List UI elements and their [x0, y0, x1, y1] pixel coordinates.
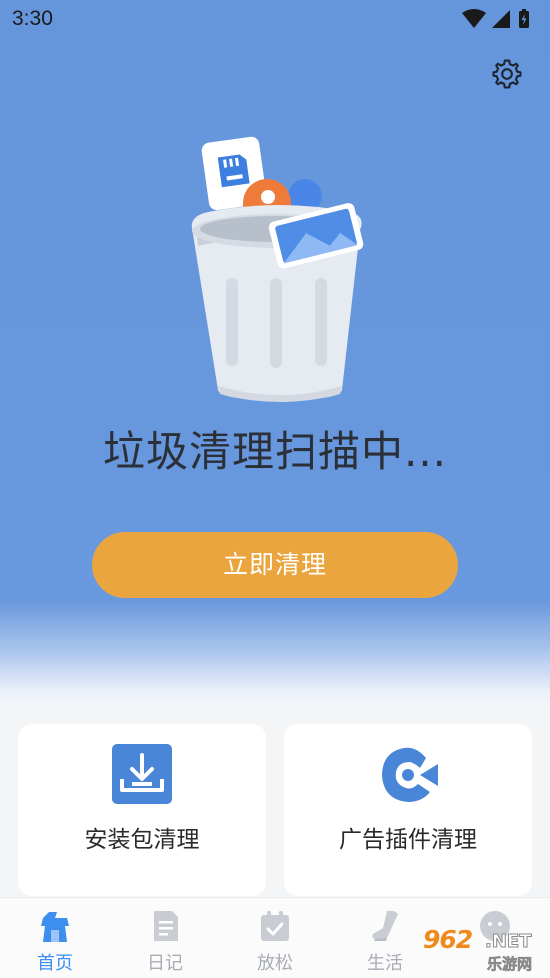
signal-icon	[492, 10, 510, 28]
home-icon	[41, 912, 69, 942]
clean-now-button[interactable]: 立即清理	[92, 532, 458, 598]
watermark-number: 962	[423, 925, 473, 954]
tab-home[interactable]: 首页	[0, 898, 110, 978]
gear-icon[interactable]	[490, 57, 524, 91]
card-label: 广告插件清理	[339, 827, 477, 853]
battery-charging-icon	[519, 9, 529, 28]
tab-diary[interactable]: 日记	[110, 898, 220, 978]
wifi-icon	[462, 9, 486, 28]
install-package-clean-card[interactable]: 安装包清理	[18, 724, 266, 896]
tab-label: 日记	[147, 953, 183, 974]
tab-label: 放松	[257, 953, 293, 974]
status-time: 3:30	[12, 7, 53, 30]
ad-plugin-clean-card[interactable]: 广告插件清理	[284, 724, 532, 896]
watermark-domain: .NET	[484, 931, 532, 953]
watermark-site: 乐游网	[487, 955, 533, 974]
shoe-icon	[372, 910, 398, 941]
card-label: 安装包清理	[84, 827, 200, 853]
trash-illustration	[191, 136, 364, 402]
tab-label: 首页	[37, 953, 73, 974]
diary-icon	[154, 911, 178, 941]
status-bar: 3:30	[0, 0, 550, 38]
watermark-logo: 962 .NET 乐游网	[415, 925, 547, 973]
download-tray-icon	[112, 744, 172, 804]
calendar-check-icon	[261, 911, 289, 941]
status-icons	[462, 9, 529, 28]
tab-relax[interactable]: 放松	[220, 898, 330, 978]
scan-status-title: 垃圾清理扫描中...	[102, 427, 448, 476]
ad-blocker-icon	[382, 747, 438, 802]
